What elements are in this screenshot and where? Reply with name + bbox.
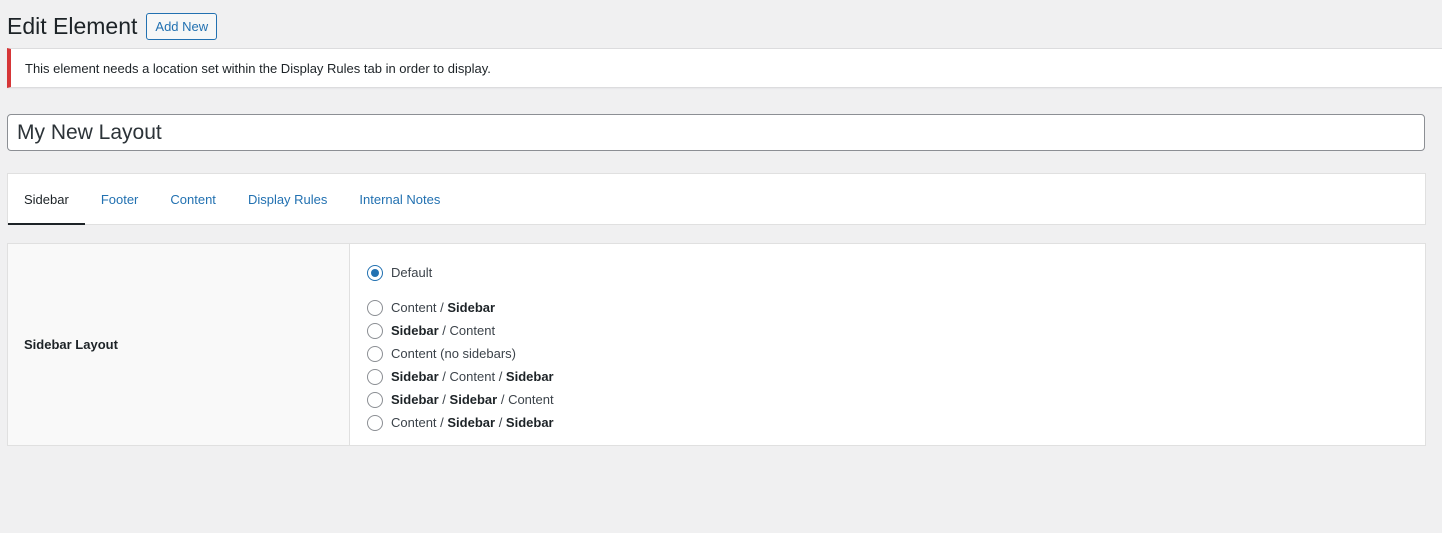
option-part: Content xyxy=(391,300,437,315)
layout-option-label: Sidebar / Sidebar / Content xyxy=(391,392,554,407)
option-part: Content xyxy=(508,392,554,407)
option-part-bold: Sidebar xyxy=(505,415,554,430)
radio-button[interactable] xyxy=(367,322,383,339)
tab-footer[interactable]: Footer xyxy=(85,174,155,224)
option-part-bold: Sidebar xyxy=(391,369,439,384)
page-header: Edit Element Add New xyxy=(7,12,218,40)
layout-option-label: Sidebar / Content xyxy=(391,323,495,338)
layout-option-label: Content (no sidebars) xyxy=(391,346,516,361)
option-part: Content xyxy=(449,369,496,384)
layout-option-label: Content / Sidebar / Sidebar xyxy=(391,415,554,430)
error-notice: This element needs a location set within… xyxy=(7,48,1442,88)
option-part: / xyxy=(436,415,448,430)
layout-option-label: Default xyxy=(391,265,432,280)
layout-option[interactable]: Content / Sidebar xyxy=(367,296,1425,319)
radio-button[interactable] xyxy=(367,264,383,281)
option-part: / xyxy=(497,392,509,407)
layout-option[interactable]: Content / Sidebar / Sidebar xyxy=(367,411,1425,434)
option-part: / xyxy=(438,392,450,407)
title-input[interactable] xyxy=(7,114,1425,151)
option-part: / xyxy=(495,369,506,384)
tab-sidebar[interactable]: Sidebar xyxy=(8,174,85,225)
option-part: / xyxy=(495,415,506,430)
layout-option-label: Sidebar / Content / Sidebar xyxy=(391,369,554,384)
option-part-bold: Sidebar xyxy=(449,392,498,407)
notice-text: This element needs a location set within… xyxy=(25,60,491,76)
add-new-button[interactable]: Add New xyxy=(146,12,218,40)
option-part-bold: Sidebar xyxy=(505,369,554,384)
page-title: Edit Element xyxy=(7,13,138,39)
option-part: Content (no sidebars) xyxy=(391,346,517,361)
option-part: / xyxy=(438,323,450,338)
option-part-bold: Sidebar xyxy=(391,323,439,338)
option-part-bold: Sidebar xyxy=(447,300,496,315)
option-part-bold: Sidebar xyxy=(447,415,496,430)
layout-option[interactable]: Default xyxy=(367,261,1425,284)
option-part: Default xyxy=(391,265,433,280)
option-part-bold: Sidebar xyxy=(391,392,439,407)
layout-option[interactable]: Content (no sidebars) xyxy=(367,342,1425,365)
tab-internal-notes[interactable]: Internal Notes xyxy=(343,174,456,224)
tab-display-rules[interactable]: Display Rules xyxy=(232,174,343,224)
option-part: / xyxy=(438,369,450,384)
radio-button[interactable] xyxy=(367,391,383,408)
layout-option[interactable]: Sidebar / Sidebar / Content xyxy=(367,388,1425,411)
sidebar-layout-options: Default Content / Sidebar Sidebar / Conten… xyxy=(350,244,1425,445)
tabs-bar: Sidebar Footer Content Display Rules Interna… xyxy=(7,173,1426,225)
option-part: Content xyxy=(391,415,437,430)
radio-button[interactable] xyxy=(367,368,383,385)
layout-option[interactable]: Sidebar / Content / Sidebar xyxy=(367,365,1425,388)
sidebar-layout-label: Sidebar Layout xyxy=(8,244,350,445)
layout-option-label: Content / Sidebar xyxy=(391,300,495,315)
option-part: Content xyxy=(449,323,496,338)
radio-button[interactable] xyxy=(367,345,383,362)
radio-button[interactable] xyxy=(367,414,383,431)
tab-content[interactable]: Content xyxy=(154,174,232,224)
settings-panel: Sidebar Layout Default Content / Sidebar S… xyxy=(7,243,1426,446)
radio-button[interactable] xyxy=(367,299,383,316)
layout-option[interactable]: Sidebar / Content xyxy=(367,319,1425,342)
option-part: / xyxy=(436,300,448,315)
